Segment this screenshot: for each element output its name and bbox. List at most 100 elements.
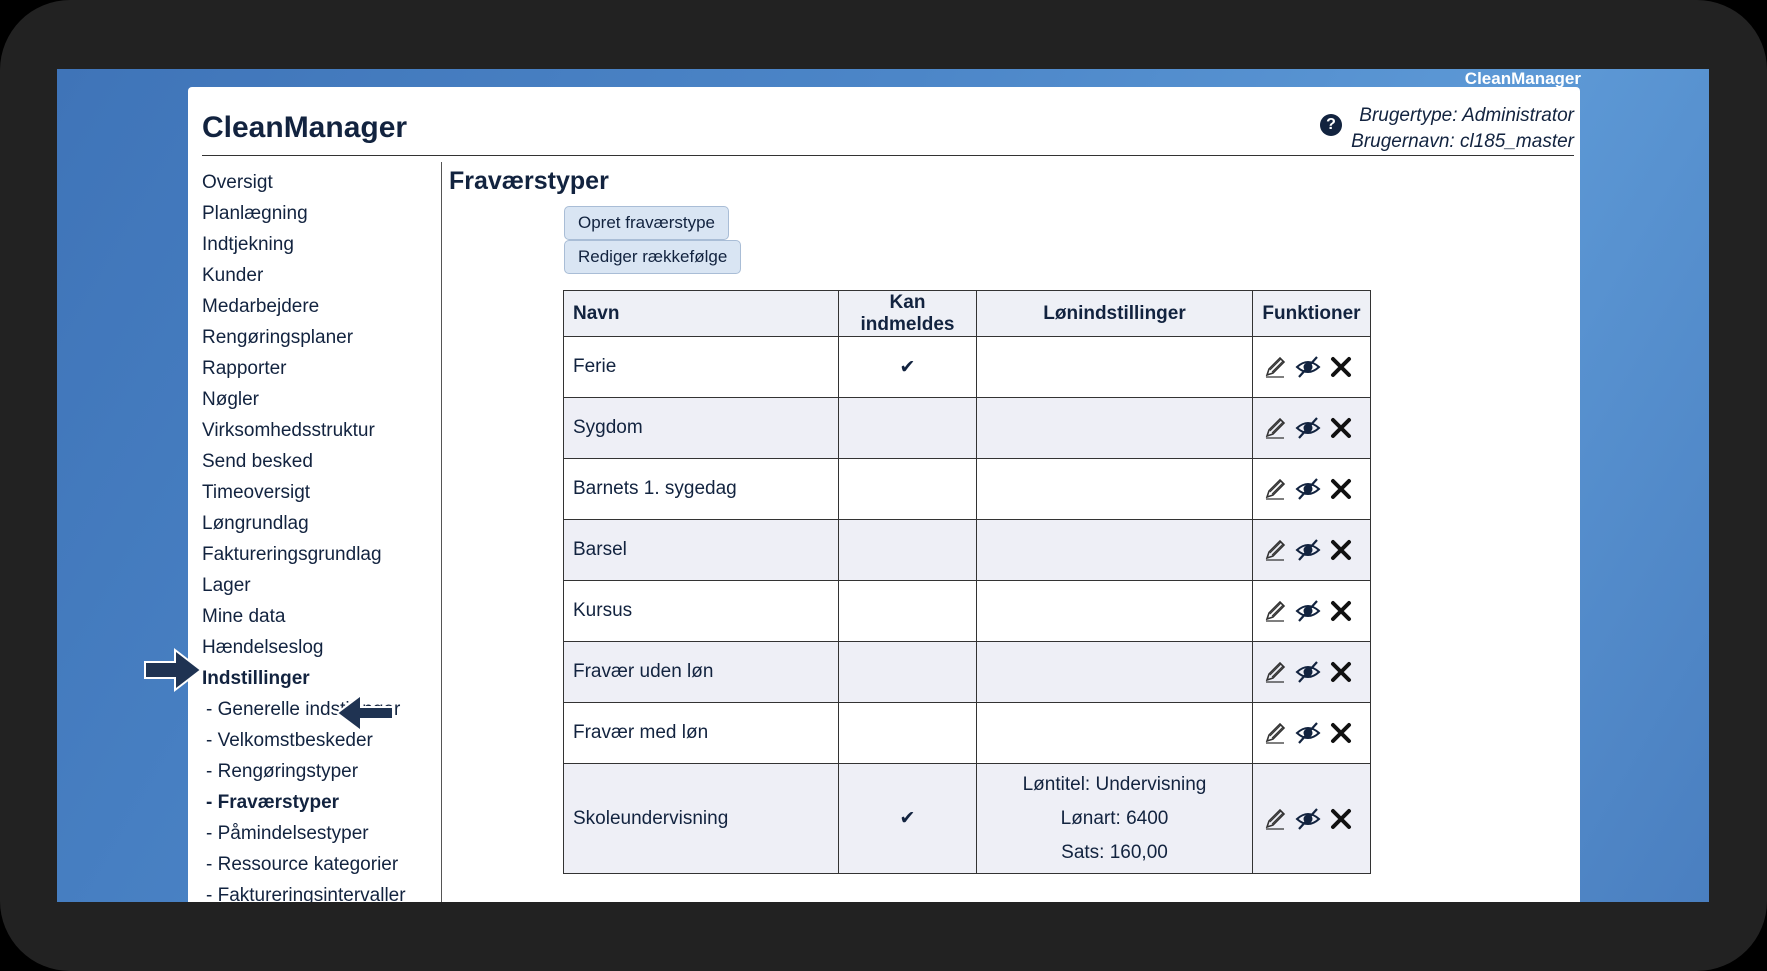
- table-row: Fravær med løn: [563, 702, 1371, 764]
- cell-functions: [1252, 458, 1371, 520]
- eye-slash-icon[interactable]: [1295, 354, 1321, 380]
- help-icon[interactable]: ?: [1320, 114, 1342, 136]
- cell-salary-settings: [976, 580, 1253, 642]
- app-window: CleanManager ? Brugertype: Administrator…: [188, 87, 1580, 902]
- eye-slash-icon[interactable]: [1295, 720, 1321, 746]
- sidebar-nav: Oversigt Planlægning Indtjekning Kunder Meda…: [202, 167, 442, 902]
- eye-slash-icon[interactable]: [1295, 476, 1321, 502]
- cell-name: Barsel: [563, 519, 839, 581]
- header-salary-settings[interactable]: Lønindstillinger: [976, 290, 1253, 337]
- indicator-arrow-left: [335, 693, 394, 733]
- close-icon[interactable]: [1328, 537, 1354, 563]
- header-functions: Funktioner: [1252, 290, 1371, 337]
- eye-slash-icon[interactable]: [1295, 598, 1321, 624]
- sidebar-item[interactable]: Send besked: [202, 446, 442, 477]
- create-absence-type-button[interactable]: Opret fraværstype: [564, 206, 729, 240]
- sidebar-divider: [441, 162, 442, 902]
- cell-functions: [1252, 519, 1371, 581]
- close-icon[interactable]: [1328, 354, 1354, 380]
- pencil-icon[interactable]: [1262, 659, 1288, 685]
- sidebar-item[interactable]: Oversigt: [202, 167, 442, 198]
- cell-functions: [1252, 397, 1371, 459]
- close-icon[interactable]: [1328, 659, 1354, 685]
- sidebar-subitem[interactable]: - Ressource kategorier: [202, 849, 442, 880]
- cell-functions: [1252, 336, 1371, 398]
- eye-slash-icon[interactable]: [1295, 537, 1321, 563]
- salary-line: Sats: 160,00: [1061, 841, 1168, 863]
- sidebar-item[interactable]: Kunder: [202, 260, 442, 291]
- sidebar-subitem[interactable]: - Faktureringsintervaller: [202, 880, 442, 902]
- user-type-label: Brugertype: Administrator: [1359, 105, 1574, 126]
- salary-line: Lønart: 6400: [1060, 807, 1169, 829]
- absence-types-table: Navn Kan indmeldes Lønindstillinger Funk…: [563, 290, 1371, 874]
- eye-slash-icon[interactable]: [1295, 415, 1321, 441]
- sidebar-subitem[interactable]: - Fraværstyper: [202, 787, 442, 818]
- eye-slash-icon[interactable]: [1295, 806, 1321, 832]
- cell-reportable: [838, 641, 977, 703]
- cell-salary-settings: [976, 702, 1253, 764]
- device-frame: CleanManager CleanManager ? Brugertype: …: [0, 0, 1767, 971]
- sidebar-item[interactable]: Rengøringsplaner: [202, 322, 442, 353]
- user-info: Brugertype: Administrator Brugernavn: cl…: [1351, 103, 1574, 155]
- sidebar-subitem[interactable]: - Påmindelsestyper: [202, 818, 442, 849]
- desktop-brand-label: CleanManager: [1464, 69, 1581, 88]
- cell-reportable: ✔: [838, 763, 977, 874]
- sidebar-subitem[interactable]: - Generelle indstillinger: [202, 694, 442, 725]
- pencil-icon[interactable]: [1262, 720, 1288, 746]
- sidebar-item[interactable]: Medarbejdere: [202, 291, 442, 322]
- desktop-screen: CleanManager CleanManager ? Brugertype: …: [57, 69, 1709, 902]
- sidebar-item[interactable]: Rapporter: [202, 353, 442, 384]
- sidebar-item[interactable]: Mine data: [202, 601, 442, 632]
- table-row: Ferie ✔: [563, 336, 1371, 398]
- sidebar-item[interactable]: Virksomhedsstruktur: [202, 415, 442, 446]
- pencil-icon[interactable]: [1262, 598, 1288, 624]
- cell-reportable: [838, 519, 977, 581]
- pencil-icon[interactable]: [1262, 415, 1288, 441]
- pencil-icon[interactable]: [1262, 537, 1288, 563]
- sidebar-item[interactable]: Indtjekning: [202, 229, 442, 260]
- cell-salary-settings: Løntitel: Undervisning Lønart: 6400 Sats: …: [976, 763, 1253, 874]
- cell-name: Sygdom: [563, 397, 839, 459]
- sidebar-item[interactable]: Løngrundlag: [202, 508, 442, 539]
- close-icon[interactable]: [1328, 598, 1354, 624]
- cell-name: Barnets 1. sygedag: [563, 458, 839, 520]
- table-row: Barnets 1. sygedag: [563, 458, 1371, 520]
- pencil-icon[interactable]: [1262, 806, 1288, 832]
- close-icon[interactable]: [1328, 415, 1354, 441]
- table-row: Skoleundervisning ✔ Løntitel: Undervisning…: [563, 763, 1371, 874]
- table-header-row: Navn Kan indmeldes Lønindstillinger Funk…: [563, 290, 1371, 337]
- eye-slash-icon[interactable]: [1295, 659, 1321, 685]
- sidebar-item[interactable]: Hændelseslog: [202, 632, 442, 663]
- edit-order-button[interactable]: Rediger rækkefølge: [564, 240, 742, 274]
- sidebar-subitem[interactable]: - Velkomstbeskeder: [202, 725, 442, 756]
- cell-reportable: [838, 580, 977, 642]
- cell-salary-settings: [976, 397, 1253, 459]
- cell-name: Ferie: [563, 336, 839, 398]
- cell-functions: [1252, 580, 1371, 642]
- cell-name: Kursus: [563, 580, 839, 642]
- pencil-icon[interactable]: [1262, 354, 1288, 380]
- username-label: Brugernavn: cl185_master: [1351, 131, 1574, 152]
- table-row: Kursus: [563, 580, 1371, 642]
- cell-salary-settings: [976, 336, 1253, 398]
- sidebar-item[interactable]: Planlægning: [202, 198, 442, 229]
- indicator-arrow-right: [144, 647, 203, 693]
- sidebar-subitem[interactable]: - Rengøringstyper: [202, 756, 442, 787]
- close-icon[interactable]: [1328, 476, 1354, 502]
- close-icon[interactable]: [1328, 720, 1354, 746]
- cell-salary-settings: [976, 641, 1253, 703]
- sidebar-item-settings[interactable]: Indstillinger: [202, 663, 442, 694]
- cell-name: Fravær uden løn: [563, 641, 839, 703]
- close-icon[interactable]: [1328, 806, 1354, 832]
- sidebar-item[interactable]: Nøgler: [202, 384, 442, 415]
- cell-reportable: [838, 397, 977, 459]
- cell-salary-settings: [976, 519, 1253, 581]
- pencil-icon[interactable]: [1262, 476, 1288, 502]
- sidebar-item[interactable]: Timeoversigt: [202, 477, 442, 508]
- sidebar-item[interactable]: Faktureringsgrundlag: [202, 539, 442, 570]
- header-reportable[interactable]: Kan indmeldes: [838, 290, 977, 337]
- cell-reportable: [838, 458, 977, 520]
- header-name[interactable]: Navn: [563, 290, 839, 337]
- sidebar-item[interactable]: Lager: [202, 570, 442, 601]
- app-header: CleanManager ? Brugertype: Administrator…: [202, 87, 1574, 156]
